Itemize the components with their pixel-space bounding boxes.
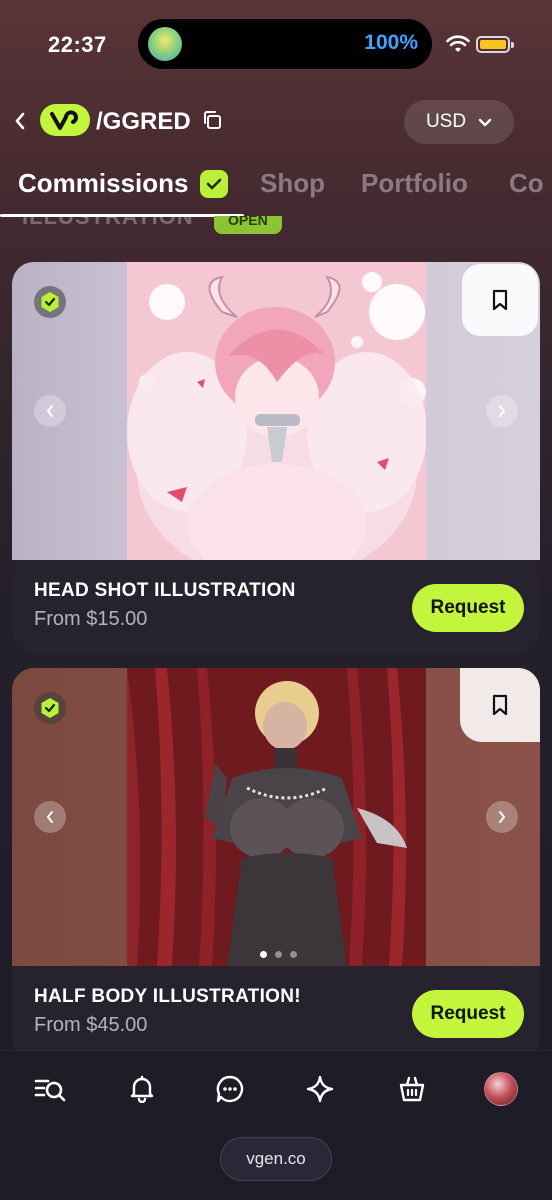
status-time: 22:37 [48,32,107,57]
wifi-icon [446,35,470,52]
carousel-next-button[interactable] [486,395,518,427]
verified-badge [34,286,66,318]
bookmark-button[interactable] [460,668,540,742]
chevron-left-icon [47,405,53,417]
avatar [484,1072,518,1106]
status-bar: 22:37 100% [0,0,552,90]
carousel-next-button[interactable] [486,801,518,833]
dynamic-island: 100% [138,19,432,69]
artwork-image [127,262,426,560]
nav-explore[interactable] [30,1069,70,1109]
chevron-left-icon [15,112,25,130]
profile-handle: /GGRED [96,108,191,135]
shop-bag-icon [399,1076,425,1102]
carousel-prev-button[interactable] [34,801,66,833]
card-info: HEAD SHOT ILLUSTRATION From $15.00 Reque… [12,560,540,654]
card-price: From $45.00 [34,1014,148,1036]
tab-portfolio[interactable]: Portfolio [361,168,468,199]
carousel-dots [260,951,297,958]
carousel-dot[interactable] [275,951,282,958]
chat-icon [216,1075,244,1103]
bookmark-icon [492,694,508,716]
carousel-dot[interactable] [260,951,267,958]
request-button[interactable]: Request [412,584,524,632]
card-info: HALF BODY ILLUSTRATION! From $45.00 Requ… [12,966,540,1060]
battery-percent: 100% [364,31,418,54]
section-title: ILLUSTRATION [22,216,194,229]
island-app-icon [148,27,182,61]
artwork-image [127,668,426,966]
browser-url-pill[interactable]: vgen.co [220,1137,332,1181]
profile-tabs: Commissions Shop Portfolio Co [0,162,552,218]
card-title: HEAD SHOT ILLUSTRATION [34,580,296,601]
verified-icon [41,292,59,312]
card-price: From $15.00 [34,608,148,630]
commission-card[interactable]: HEAD SHOT ILLUSTRATION From $15.00 Reque… [12,262,540,654]
explore-icon [34,1079,66,1102]
tab-co[interactable]: Co [509,168,544,199]
tab-commissions[interactable]: Commissions [18,168,189,199]
commission-card[interactable]: HALF BODY ILLUSTRATION! From $45.00 Requ… [12,668,540,1060]
card-image-carousel[interactable] [12,262,540,560]
copy-icon[interactable] [202,110,222,130]
section-header: ILLUSTRATION OPEN [22,216,322,238]
tab-shop[interactable]: Shop [260,168,325,199]
chevron-left-icon [47,811,53,823]
vgen-logo-icon [40,104,90,136]
status-badge: OPEN [214,216,282,234]
carousel-prev-button[interactable] [34,395,66,427]
profile-header: /GGRED USD [0,96,552,150]
nav-profile[interactable] [481,1069,521,1109]
nav-messages[interactable] [210,1069,250,1109]
check-icon [200,170,228,198]
sparkle-icon [306,1075,334,1103]
bell-icon [130,1075,154,1103]
battery-icon [476,36,514,53]
chevron-down-icon [478,118,492,126]
chevron-right-icon [499,811,505,823]
bookmark-icon [492,289,508,311]
verified-icon [41,698,59,718]
card-title: HALF BODY ILLUSTRATION! [34,986,301,1007]
request-button[interactable]: Request [412,990,524,1038]
bottom-navigation: vgen.co [0,1050,552,1200]
back-button[interactable] [10,108,30,134]
card-image-carousel[interactable] [12,668,540,966]
nav-shop[interactable] [392,1069,432,1109]
currency-label: USD [425,111,467,132]
chevron-right-icon [499,405,505,417]
verified-badge [34,692,66,724]
bookmark-button[interactable] [462,264,538,336]
carousel-dot[interactable] [290,951,297,958]
nav-discover[interactable] [300,1069,340,1109]
currency-selector[interactable]: USD [404,100,514,144]
nav-notifications[interactable] [122,1069,162,1109]
